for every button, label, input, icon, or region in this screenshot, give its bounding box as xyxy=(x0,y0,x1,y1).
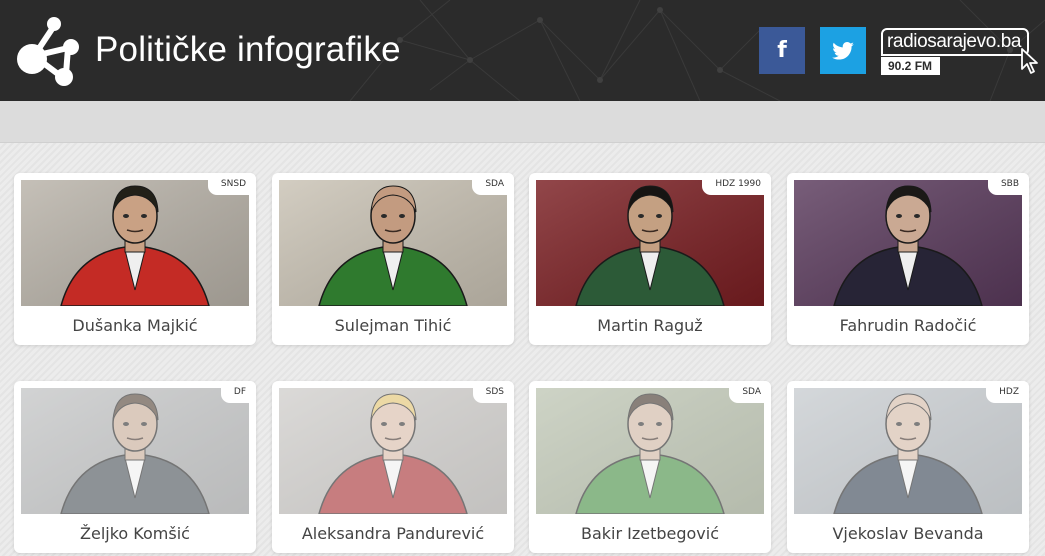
molecule-logo-icon[interactable] xyxy=(14,14,80,88)
radiosarajevo-name: radiosarajevo.ba xyxy=(881,28,1029,56)
politician-name: Bakir Izetbegović xyxy=(580,524,720,543)
politician-name: Dušanka Majkić xyxy=(72,316,198,335)
politician-portrait xyxy=(536,180,764,306)
twitter-bird-icon xyxy=(832,41,854,60)
twitter-share-button[interactable] xyxy=(820,27,866,74)
radiosarajevo-logo[interactable]: radiosarajevo.ba 90.2 FM xyxy=(880,27,1045,77)
page-title: Političke infografike xyxy=(95,30,401,69)
politician-card[interactable]: SDA Bakir Izetbegović xyxy=(529,381,771,553)
party-badge: SNSD xyxy=(207,173,256,195)
radio-frequency: 90.2 FM xyxy=(881,57,940,75)
politician-portrait xyxy=(536,388,764,514)
politician-name: Fahrudin Radočić xyxy=(839,316,977,335)
facebook-icon: f xyxy=(777,38,787,63)
politician-card[interactable]: SNSD Dušanka Majkić xyxy=(14,173,256,345)
cursor-icon xyxy=(1021,48,1038,74)
party-badge: SBB xyxy=(987,173,1029,195)
politician-portrait xyxy=(794,180,1022,306)
politician-portrait xyxy=(279,388,507,514)
politician-portrait xyxy=(21,180,249,306)
politician-card[interactable]: SDA Sulejman Tihić xyxy=(272,173,514,345)
politician-card[interactable]: SBB Fahrudin Radočić xyxy=(787,173,1029,345)
party-badge: DF xyxy=(220,381,256,403)
politician-name: Vjekoslav Bevanda xyxy=(832,524,984,543)
site-header: Političke infografike f radiosarajevo.ba… xyxy=(0,0,1045,101)
party-badge: SDA xyxy=(729,381,771,403)
party-badge: SDA xyxy=(472,173,514,195)
party-badge: HDZ xyxy=(986,381,1029,403)
politician-portrait xyxy=(794,388,1022,514)
politician-card[interactable]: HDZ 1990 Martin Raguž xyxy=(529,173,771,345)
politician-name: Željko Komšić xyxy=(80,524,190,543)
politician-name: Aleksandra Pandurević xyxy=(301,524,485,543)
politician-name: Sulejman Tihić xyxy=(334,316,452,335)
politician-portrait xyxy=(279,180,507,306)
party-badge: HDZ 1990 xyxy=(702,173,771,195)
politician-card[interactable]: DF Željko Komšić xyxy=(14,381,256,553)
politician-card[interactable]: HDZ Vjekoslav Bevanda xyxy=(787,381,1029,553)
facebook-share-button[interactable]: f xyxy=(759,27,805,74)
politician-name: Martin Raguž xyxy=(597,316,703,335)
filter-bar xyxy=(0,101,1045,143)
politician-card[interactable]: SDS Aleksandra Pandurević xyxy=(272,381,514,553)
party-badge: SDS xyxy=(472,381,514,403)
politician-portrait xyxy=(21,388,249,514)
